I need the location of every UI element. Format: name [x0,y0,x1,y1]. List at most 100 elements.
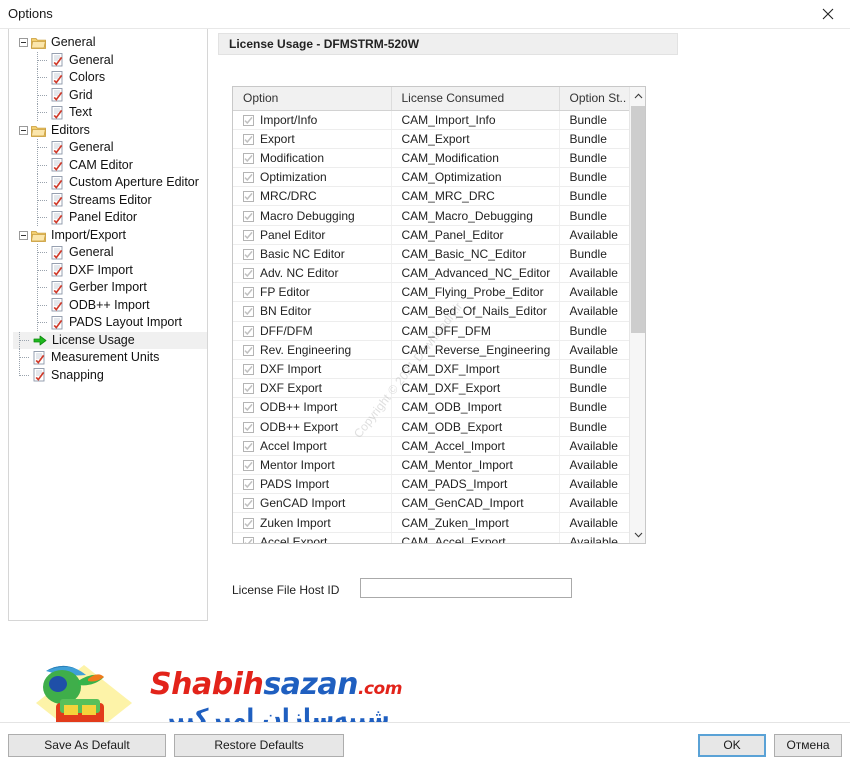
scrollbar-thumb[interactable] [631,106,645,333]
cell-option[interactable]: ODB++ Export [233,417,392,437]
row-checkbox[interactable] [243,517,254,529]
row-checkbox[interactable] [243,210,254,222]
table-row[interactable]: DXF Export CAM_DXF_Export Bundle [233,378,631,399]
sidebar-item-measurement-units[interactable]: Measurement Units [13,349,207,367]
sidebar-item-cam-editor[interactable]: CAM Editor [13,156,207,175]
row-checkbox[interactable] [243,248,254,260]
row-checkbox[interactable] [243,402,254,414]
sidebar-item-general[interactable]: General [13,139,207,157]
table-row[interactable]: FP Editor CAM_Flying_Probe_Editor Availabl… [233,282,631,303]
column-header-option[interactable]: Option [233,87,392,111]
table-row[interactable]: GenCAD Import CAM_GenCAD_Import Available [233,493,631,514]
row-checkbox[interactable] [243,306,254,318]
table-row[interactable]: Import/Info CAM_Import_Info Bundle [233,110,631,130]
row-checkbox[interactable] [243,133,254,145]
cell-option[interactable]: DFF/DFM [233,321,392,341]
cell-option[interactable]: Zuken Import [233,512,392,533]
cell-option[interactable]: Accel Export [233,532,392,543]
sidebar-item-grid[interactable]: Grid [13,86,207,105]
sidebar-item-panel-editor[interactable]: Panel Editor [13,209,207,227]
row-checkbox[interactable] [243,383,254,395]
sidebar-item-license-usage[interactable]: License Usage [13,331,207,349]
column-header-license-consumed[interactable]: License Consumed [391,87,560,111]
sidebar-item-streams-editor[interactable]: Streams Editor [13,191,207,210]
close-icon[interactable] [806,0,850,28]
cell-option[interactable]: Basic NC Editor [233,244,392,265]
cell-option[interactable]: GenCAD Import [233,493,392,514]
table-row[interactable]: DFF/DFM CAM_DFF_DFM Bundle [233,321,631,341]
row-checkbox[interactable] [243,114,254,126]
restore-defaults-button[interactable]: Restore Defaults [174,734,344,757]
cell-option[interactable]: Adv. NC Editor [233,263,392,284]
sidebar-item-custom-aperture-editor[interactable]: Custom Aperture Editor [13,174,207,192]
table-row[interactable]: Adv. NC Editor CAM_Advanced_NC_Editor Avai… [233,263,631,284]
row-checkbox[interactable] [243,287,254,299]
table-row[interactable]: Basic NC Editor CAM_Basic_NC_Editor Bundle [233,244,631,265]
sidebar-item-dxf-import[interactable]: DXF Import [13,261,207,280]
cell-option[interactable]: Panel Editor [233,225,392,245]
row-checkbox[interactable] [243,364,254,376]
table-row[interactable]: Export CAM_Export Bundle [233,129,631,149]
sidebar-item-colors[interactable]: Colors [13,69,207,87]
cell-option[interactable]: Import/Info [233,110,392,130]
cell-option[interactable]: DXF Export [233,378,392,399]
row-checkbox[interactable] [243,172,254,184]
save-as-default-button[interactable]: Save As Default [8,734,166,757]
cell-option[interactable]: ODB++ Import [233,397,392,418]
table-row[interactable]: Accel Export CAM_Accel_Export Available [233,532,631,543]
row-checkbox[interactable] [243,229,254,241]
options-tree-panel[interactable]: General General Colors Grid Text Editors Gener… [8,29,208,621]
table-row[interactable]: Accel Import CAM_Accel_Import Available [233,436,631,456]
cell-option[interactable]: Accel Import [233,436,392,456]
table-row[interactable]: MRC/DRC CAM_MRC_DRC Bundle [233,186,631,207]
scroll-down-icon[interactable] [630,526,645,543]
row-checkbox[interactable] [243,191,254,203]
cancel-button[interactable]: Отмена [774,734,842,757]
cell-option[interactable]: BN Editor [233,301,392,322]
sidebar-item-odb-import[interactable]: ODB++ Import [13,296,207,315]
license-usage-table-container[interactable]: Option License Consumed Option St.. Impo… [232,86,646,544]
sidebar-item-import-export[interactable]: Import/Export [13,227,207,245]
row-checkbox[interactable] [243,536,254,543]
row-checkbox[interactable] [243,344,254,356]
column-header-option-status[interactable]: Option St.. [559,87,632,111]
row-checkbox[interactable] [243,152,254,164]
row-checkbox[interactable] [243,421,254,433]
row-checkbox[interactable] [243,440,254,452]
table-vertical-scrollbar[interactable] [629,87,645,543]
sidebar-item-gerber-import[interactable]: Gerber Import [13,279,207,297]
cell-option[interactable]: Modification [233,148,392,169]
sidebar-item-pads-layout-import[interactable]: PADS Layout Import [13,314,207,332]
cell-option[interactable]: Export [233,129,392,149]
sidebar-item-general[interactable]: General [13,34,207,52]
row-checkbox[interactable] [243,325,254,337]
collapse-toggle-icon[interactable] [19,230,28,240]
row-checkbox[interactable] [243,268,254,280]
table-row[interactable]: BN Editor CAM_Bed_Of_Nails_Editor Availabl… [233,301,631,322]
table-row[interactable]: Modification CAM_Modification Bundle [233,148,631,169]
sidebar-item-snapping[interactable]: Snapping [13,366,207,385]
sidebar-item-general[interactable]: General [13,51,207,70]
options-tree[interactable]: General General Colors Grid Text Editors Gener… [9,29,207,384]
cell-option[interactable]: FP Editor [233,282,392,303]
row-checkbox[interactable] [243,479,254,491]
table-row[interactable]: ODB++ Import CAM_ODB_Import Bundle [233,397,631,418]
sidebar-item-text[interactable]: Text [13,104,207,122]
cell-option[interactable]: Rev. Engineering [233,340,392,360]
cell-option[interactable]: PADS Import [233,474,392,495]
table-row[interactable]: Rev. Engineering CAM_Reverse_Engineering A… [233,340,631,360]
table-row[interactable]: Panel Editor CAM_Panel_Editor Available [233,225,631,245]
table-row[interactable]: Macro Debugging CAM_Macro_Debugging Bundle [233,205,631,226]
cell-option[interactable]: Mentor Import [233,455,392,476]
sidebar-item-general[interactable]: General [13,244,207,262]
collapse-toggle-icon[interactable] [19,125,28,135]
sidebar-item-editors[interactable]: Editors [13,122,207,140]
table-row[interactable]: Optimization CAM_Optimization Bundle [233,167,631,188]
cell-option[interactable]: Optimization [233,167,392,188]
table-row[interactable]: PADS Import CAM_PADS_Import Available [233,474,631,495]
table-row[interactable]: DXF Import CAM_DXF_Import Bundle [233,359,631,380]
cell-option[interactable]: MRC/DRC [233,186,392,207]
collapse-toggle-icon[interactable] [19,38,28,48]
row-checkbox[interactable] [243,498,254,510]
license-file-host-id-input[interactable] [360,578,572,598]
